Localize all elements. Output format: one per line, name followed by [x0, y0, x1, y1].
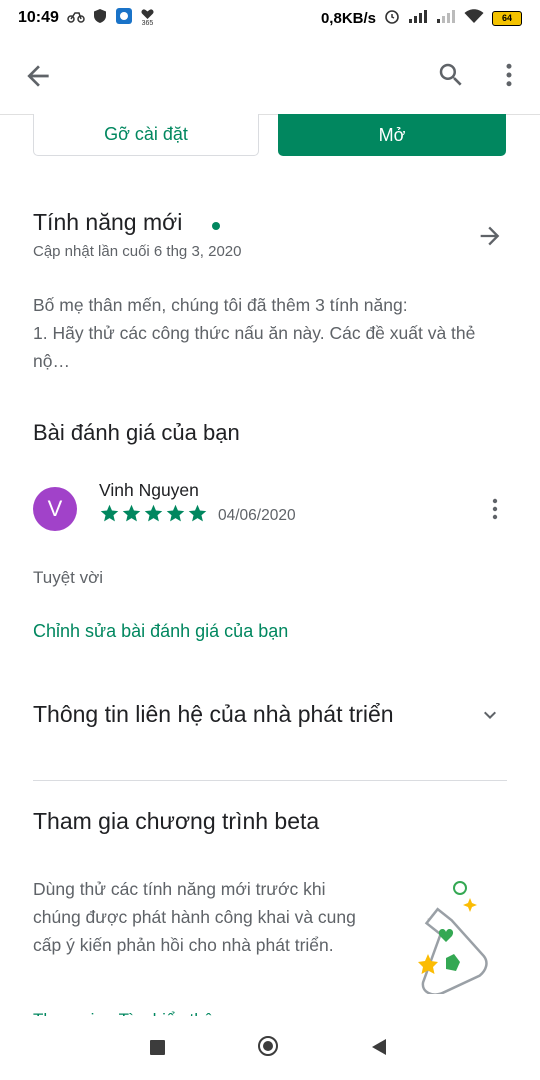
open-button[interactable]: Mở — [278, 114, 506, 156]
developer-contact-title[interactable]: Thông tin liên hệ của nhà phát triển — [33, 701, 394, 728]
star-icon — [188, 504, 207, 522]
star-rating — [99, 503, 208, 524]
recents-square-icon[interactable] — [150, 1040, 165, 1055]
heart-365-icon: 365 — [141, 8, 154, 28]
star-icon — [144, 504, 163, 522]
alarm-icon — [384, 8, 400, 28]
whats-new-body: Bố mẹ thân mến, chúng tôi đã thêm 3 tính… — [33, 295, 476, 371]
nav-back-triangle-icon[interactable] — [372, 1039, 386, 1055]
uninstall-button[interactable]: Gỡ cài đặt — [33, 114, 259, 156]
review-date: 04/06/2020 — [218, 507, 296, 524]
whats-new-updated: Cập nhật lần cuối 6 thg 3, 2020 — [33, 243, 242, 260]
star-icon — [122, 504, 141, 522]
status-bar: 10:49 365 0,8KB/s 64 — [0, 0, 540, 36]
your-review-title: Bài đánh giá của bạn — [33, 420, 240, 445]
arrow-right-icon[interactable] — [476, 222, 504, 250]
review-text: Tuyệt vời — [33, 568, 104, 587]
beta-flask-illustration — [400, 876, 490, 996]
mini-label: 365 — [141, 19, 154, 27]
home-dot-icon — [263, 1041, 273, 1051]
app-bar — [0, 36, 540, 115]
shield-icon — [93, 8, 107, 28]
star-icon — [100, 504, 119, 522]
signal-icon-1 — [408, 9, 428, 27]
whats-new-title[interactable]: Tính năng mới — [33, 209, 182, 236]
chevron-down-icon[interactable] — [478, 703, 502, 727]
section-divider — [33, 780, 507, 781]
more-vert-icon[interactable] — [494, 60, 524, 92]
review-more-vert-icon[interactable] — [484, 496, 506, 522]
beta-title: Tham gia chương trình beta — [33, 808, 320, 834]
search-icon[interactable] — [436, 60, 468, 92]
beta-body: Dùng thử các tính năng mới trước khi chú… — [33, 879, 356, 955]
bike-icon — [67, 9, 85, 27]
battery-icon: 64 — [492, 10, 522, 26]
app-notification-icon — [115, 7, 133, 29]
edit-review-link[interactable]: Chỉnh sửa bài đánh giá của bạn — [33, 621, 288, 642]
star-icon — [166, 504, 185, 522]
wifi-icon — [464, 8, 484, 28]
avatar: V — [33, 487, 77, 531]
signal-icon-2 — [436, 9, 456, 27]
status-time: 10:49 — [18, 9, 59, 26]
network-speed: 0,8KB/s — [320, 9, 376, 27]
reviewer-name: Vinh Nguyen — [99, 480, 199, 500]
new-indicator-dot — [212, 222, 220, 230]
system-nav-bar — [0, 1016, 540, 1080]
back-arrow-icon[interactable] — [22, 60, 54, 92]
